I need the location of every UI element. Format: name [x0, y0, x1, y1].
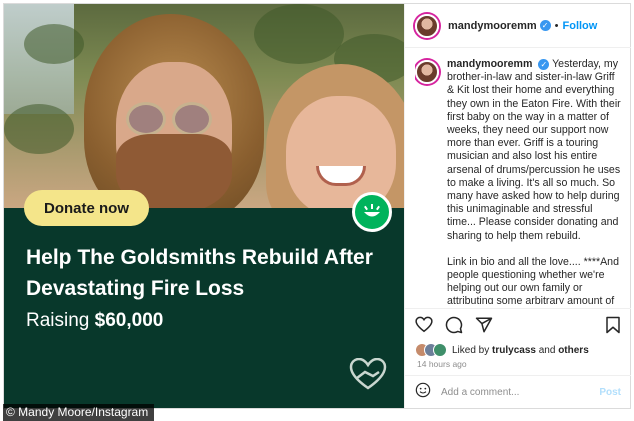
post-sidebar: mandymooremm ✓ • Follow mandymooremm ✓ Y… [404, 4, 631, 408]
heart-hand-icon [349, 357, 387, 397]
post-timestamp[interactable]: 14 hours ago [417, 359, 467, 369]
bookmark-icon[interactable] [605, 316, 621, 334]
avatar[interactable] [415, 13, 439, 38]
share-icon[interactable] [475, 316, 493, 334]
fundraiser-title: Help The Goldsmiths Rebuild After Devast… [26, 246, 373, 300]
verified-badge-icon: ✓ [538, 59, 550, 71]
post-media[interactable]: Donate now Help The Goldsmiths Rebuild A… [4, 4, 404, 408]
instagram-post: Donate now Help The Goldsmiths Rebuild A… [3, 3, 631, 409]
post-comment-button[interactable]: Post [599, 387, 621, 398]
caption: mandymooremm ✓ Yesterday, my brother-in-… [415, 58, 625, 304]
fundraiser-panel [4, 208, 404, 408]
caption-username[interactable]: mandymooremm [447, 58, 532, 70]
heart-icon[interactable] [415, 316, 433, 333]
photo-credit: © Mandy Moore/Instagram [3, 404, 155, 421]
comment-input[interactable]: Add a comment... [441, 387, 519, 398]
header-username[interactable]: mandymooremm [448, 20, 537, 32]
separator-dot: • [554, 19, 559, 32]
liked-by-user[interactable]: trulycass [492, 345, 536, 356]
follow-button[interactable]: Follow [563, 20, 598, 32]
donate-now-button[interactable]: Donate now [24, 190, 149, 226]
liker-avatar [433, 343, 447, 357]
comment-icon[interactable] [445, 316, 463, 334]
liked-by-conjunction: and [538, 344, 556, 356]
caption-paragraph-1: Yesterday, my brother-in-law and sister-… [447, 58, 621, 242]
caption-text: mandymooremm ✓ Yesterday, my brother-in-… [447, 58, 623, 304]
action-bar [405, 308, 631, 340]
emoji-icon[interactable] [415, 382, 431, 403]
raising-label: Raising [26, 310, 90, 331]
couple-photo [4, 4, 404, 208]
caption-avatar[interactable] [415, 60, 439, 84]
likes-summary: Liked by trulycass and others [415, 340, 589, 360]
verified-badge-icon: ✓ [539, 20, 551, 31]
liked-by-prefix: Liked by [452, 344, 490, 356]
liked-by-others[interactable]: others [558, 345, 589, 356]
post-header: mandymooremm ✓ • Follow [405, 4, 631, 48]
comment-box: Add a comment... Post [405, 375, 631, 408]
gofundme-logo-icon [352, 192, 392, 232]
caption-paragraph-2: Link in bio and all the love.... ****And… [447, 255, 619, 304]
raising-amount: $60,000 [94, 310, 164, 331]
raising-goal: Raising $60,000 [26, 310, 163, 332]
